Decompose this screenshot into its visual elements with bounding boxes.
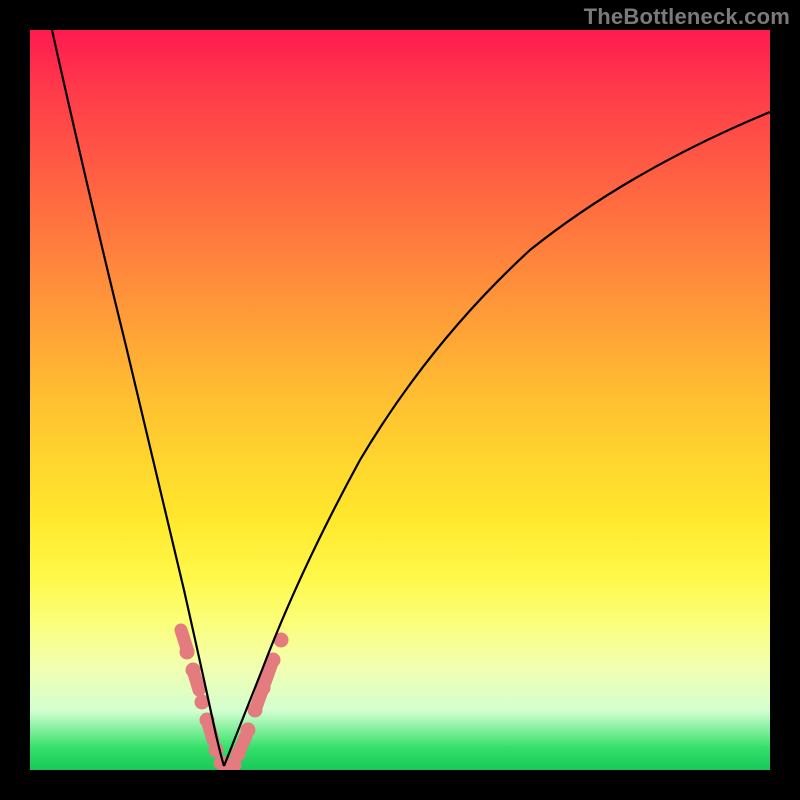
chart-svg [30,30,770,770]
chart-stage: TheBottleneck.com [0,0,800,800]
highlight-seg [238,736,246,754]
highlight-dot [180,645,195,660]
highlight-dot [241,723,256,738]
highlight-seg [193,670,199,690]
curve-left [52,30,224,766]
curve-right [224,112,770,766]
highlight-seg [207,720,213,740]
highlighted-region [180,630,289,770]
plot-area [30,30,770,770]
watermark-text: TheBottleneck.com [584,4,790,30]
